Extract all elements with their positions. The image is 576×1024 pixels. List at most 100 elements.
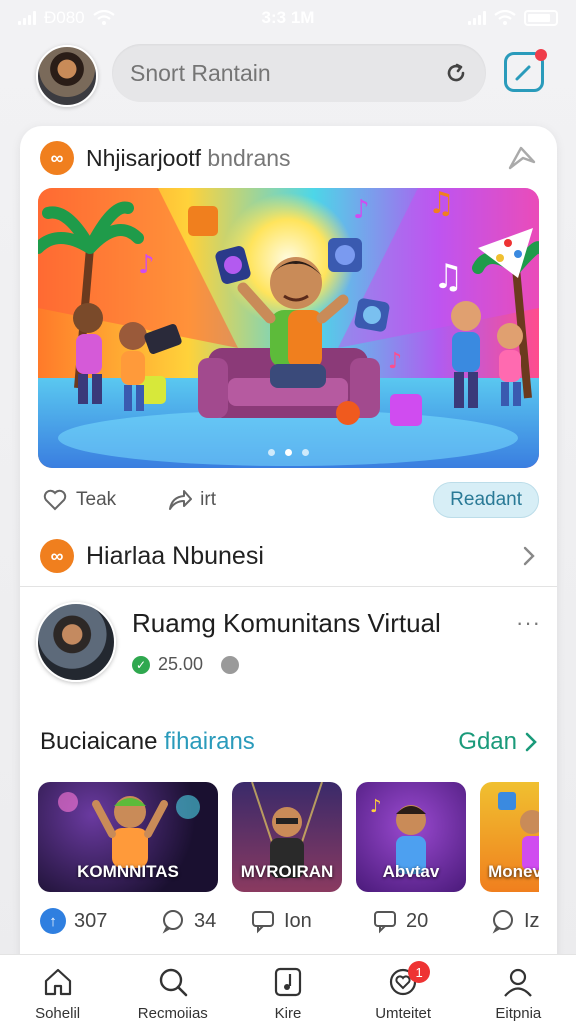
wifi-icon [92,10,115,25]
chat-stat[interactable]: Iz [490,908,540,934]
bottom-tab-bar: Sohelil Recmoiias Kire 1 Umteitet Eitpni… [0,954,576,1024]
recommended-title: Buciaicane fihairans [40,728,255,756]
signal-icon [468,11,486,25]
carousel-dots[interactable] [38,449,539,456]
stat-value: 34 [194,909,217,932]
edit-icon [515,65,531,81]
post-header: ∞ Nhjisarjootf bndrans [40,138,537,178]
signal-icon [18,11,36,25]
wifi-icon [494,10,516,25]
tab-profile[interactable]: Eitpnia [463,965,573,1022]
recommended-title-accent: fihairans [164,728,255,755]
post-title-secondary: bndrans [201,144,291,171]
status-time: 3:3 1M [261,8,315,27]
home-icon [44,968,71,996]
chat-bubble-icon [162,910,183,934]
notification-badge: 1 [408,961,431,983]
recommended-tile[interactable]: Monev [480,782,539,892]
tile-label: MVROIRAN [240,862,334,881]
search-input[interactable] [130,59,444,87]
compose-button[interactable] [504,49,547,92]
party-illustration: ♪ ♫ ♫ ♪ ♪ [38,188,539,468]
svg-text:♪: ♪ [388,349,402,374]
tab-label: Umteitet [375,1005,432,1022]
chat-bubble-icon [492,910,513,934]
community-name[interactable]: Ruamg Komunitans Virtual [132,608,441,639]
carrier-label: Ð080 [44,8,85,27]
chevron-right-icon [525,732,537,752]
post-title-main: Nhjisarjootf [86,144,202,171]
search-icon [159,968,188,997]
tab-search[interactable]: Recmoiias [118,965,228,1022]
svg-text:♪: ♪ [353,195,370,225]
chat-stat[interactable]: 34 [160,908,216,934]
profile-icon [504,968,533,997]
music-note-icon [274,967,302,997]
tab-label: Kire [274,1005,302,1022]
community-item[interactable]: Ruamg Komunitans Virtual ✓ 25.00 ··· [36,602,541,686]
tab-label: Sohelil [35,1005,81,1022]
tab-music[interactable]: Kire [233,965,343,1022]
comment-stat[interactable]: 20 [372,908,428,934]
feed-card: ∞ Nhjisarjootf bndrans ♪ ♫ ♫ ♪ ♪ Teak ir… [20,126,557,1024]
carousel-dot[interactable] [302,449,309,456]
hero-banner[interactable]: ♪ ♫ ♫ ♪ ♪ [38,188,539,468]
tab-activity[interactable]: 1 Umteitet [348,961,458,1022]
tab-label: Recmoiias [137,1005,208,1022]
see-all-label: Gdan [458,728,517,755]
tab-label: Eitpnia [495,1005,542,1022]
comment-icon [374,911,396,934]
tile-label: Abvtav [382,862,440,881]
community-count: 25.00 [158,654,204,674]
more-options-icon[interactable]: ··· [516,610,541,636]
like-label: Teak [76,489,117,510]
recommended-tile[interactable]: KOMNNITAS [38,782,218,892]
post-title[interactable]: Nhjisarjootf bndrans [86,145,291,172]
refresh-icon[interactable] [444,61,468,85]
carousel-dot[interactable] [268,449,275,456]
top-bar [0,38,576,114]
recommended-tile[interactable]: ♪ Abvtav [356,782,466,892]
battery-icon [524,10,558,26]
share-arrow-icon [169,490,193,510]
stat-value: 20 [406,909,429,932]
community-logo-icon: ∞ [40,539,74,573]
recommended-carousel[interactable]: KOMNNITAS MVROIRAN ♪ Abvtav Monev [38,782,539,894]
upvote-icon: ↑ [40,908,66,934]
svg-text:♫: ♫ [428,188,455,221]
community-avatar[interactable] [36,602,116,682]
stat-value: Ion [284,909,312,932]
comment-icon [252,911,274,934]
search-bar[interactable] [112,44,486,102]
status-right [468,10,558,26]
carousel-dot-active[interactable] [285,449,292,456]
comment-stat[interactable]: Ion [250,908,312,934]
tab-home[interactable]: Sohelil [3,965,113,1022]
community-meta: ✓ 25.00 [132,654,240,675]
tile-label: KOMNNITAS [77,862,179,881]
divider [20,586,557,587]
section-title: Hiarlaa Nbunesi [86,541,264,570]
section-row[interactable]: ∞ Hiarlaa Nbunesi [40,536,539,576]
share-button[interactable]: irt [166,487,216,513]
clock-icon [221,655,240,674]
see-all-link[interactable]: Gdan [458,728,539,756]
user-avatar[interactable] [36,45,98,107]
stat-value: Iz [524,909,540,932]
upvote-stat[interactable]: ↑ 307 [40,908,107,934]
read-button[interactable]: Readant [433,482,539,518]
svg-text:♫: ♫ [433,257,463,297]
svg-text:♪: ♪ [138,250,155,280]
recommended-title-main: Buciaicane [40,728,165,755]
like-button[interactable]: Teak [42,487,116,513]
recommended-tile[interactable]: MVROIRAN [232,782,342,892]
verified-icon: ✓ [132,655,150,674]
status-bar: Ð080 3:3 1M [0,0,576,36]
stat-value: 307 [74,909,108,932]
status-left: Ð080 [18,8,115,28]
post-actions: Teak irt Readant [42,480,539,520]
share-label: irt [200,489,216,510]
chevron-right-icon [523,546,535,566]
stats-row: ↑ 307 34 Ion 20 Iz [40,904,540,938]
send-icon[interactable] [507,144,537,172]
